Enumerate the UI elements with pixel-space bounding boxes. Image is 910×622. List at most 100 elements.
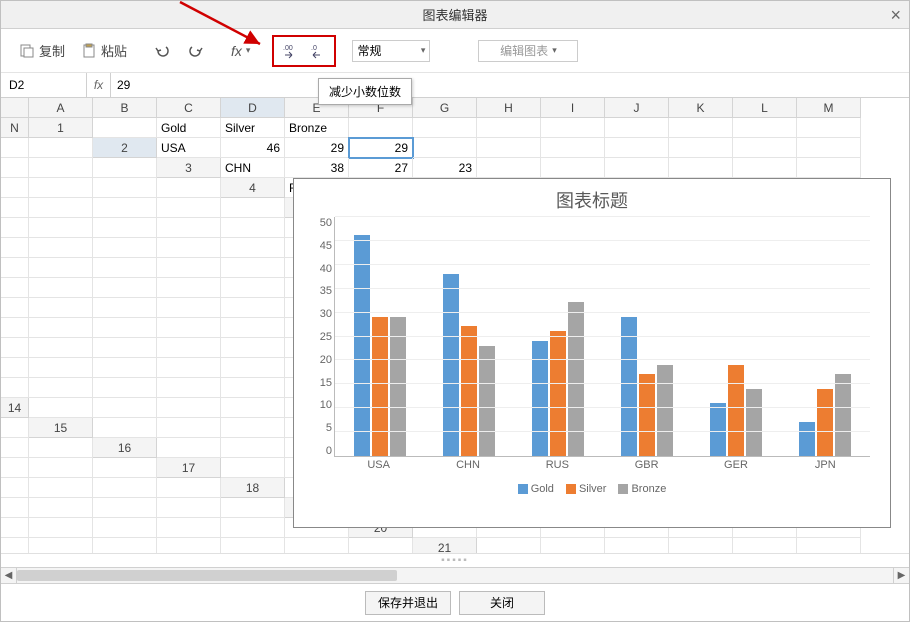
cell[interactable]	[1, 358, 29, 378]
scroll-left-button[interactable]: ◀	[1, 568, 17, 584]
cell[interactable]	[1, 138, 29, 158]
cell[interactable]	[477, 118, 541, 138]
row-header[interactable]: 16	[93, 438, 157, 458]
cell[interactable]	[1, 478, 29, 498]
cell[interactable]	[157, 518, 221, 538]
cell[interactable]	[797, 158, 861, 178]
cell[interactable]	[157, 478, 221, 498]
row-header[interactable]: 4	[221, 178, 285, 198]
cell[interactable]	[413, 138, 477, 158]
cell[interactable]	[477, 158, 541, 178]
row-header[interactable]: 1	[29, 118, 93, 138]
fx-label[interactable]: fx	[87, 73, 111, 97]
cell[interactable]	[221, 398, 285, 418]
cell[interactable]	[29, 138, 93, 158]
cell[interactable]	[93, 118, 157, 138]
cell[interactable]	[93, 358, 157, 378]
cell[interactable]	[29, 238, 93, 258]
cell[interactable]	[669, 538, 733, 553]
cell[interactable]	[157, 278, 221, 298]
cell[interactable]	[93, 198, 157, 218]
cell[interactable]: 38	[285, 158, 349, 178]
row-header[interactable]: 17	[157, 458, 221, 478]
insert-function-button[interactable]: fx▾	[225, 39, 256, 63]
cell[interactable]	[157, 358, 221, 378]
cell[interactable]	[93, 258, 157, 278]
column-header[interactable]: L	[733, 98, 797, 118]
cell[interactable]: 46	[221, 138, 285, 158]
cell[interactable]	[1, 278, 29, 298]
cell[interactable]	[1, 498, 29, 518]
spreadsheet-area[interactable]: ABCDEFGHIJKLMN1GoldSilverBronze2USA46292…	[1, 98, 909, 553]
cell[interactable]	[221, 338, 285, 358]
cell[interactable]	[669, 138, 733, 158]
cell[interactable]	[93, 238, 157, 258]
cell[interactable]: 29	[285, 138, 349, 158]
cell[interactable]	[541, 538, 605, 553]
column-header[interactable]: B	[93, 98, 157, 118]
cell[interactable]	[157, 238, 221, 258]
cell[interactable]	[221, 458, 285, 478]
save-and-exit-button[interactable]: 保存并退出	[365, 591, 451, 615]
cell[interactable]	[29, 278, 93, 298]
column-header[interactable]: K	[669, 98, 733, 118]
cell[interactable]	[221, 218, 285, 238]
cell[interactable]	[797, 538, 861, 553]
cell[interactable]	[1, 338, 29, 358]
cell[interactable]	[605, 118, 669, 138]
cell[interactable]	[29, 518, 93, 538]
scroll-track[interactable]	[17, 568, 893, 583]
cell[interactable]	[413, 118, 477, 138]
column-header[interactable]: A	[29, 98, 93, 118]
cell[interactable]	[29, 538, 93, 553]
increase-decimal-button[interactable]: .0	[304, 39, 332, 63]
cell[interactable]	[221, 438, 285, 458]
column-header[interactable]: I	[541, 98, 605, 118]
cell[interactable]	[669, 118, 733, 138]
cell[interactable]	[1, 238, 29, 258]
cell[interactable]	[93, 518, 157, 538]
paste-button[interactable]: 粘贴	[75, 37, 133, 64]
cell[interactable]	[29, 198, 93, 218]
cell[interactable]	[221, 418, 285, 438]
cell[interactable]	[157, 438, 221, 458]
copy-button[interactable]: 复制	[13, 37, 71, 64]
cell[interactable]	[733, 118, 797, 138]
resize-handle[interactable]: ▪▪▪▪▪	[1, 553, 909, 567]
edit-chart-button[interactable]: 编辑图表 ▾	[478, 40, 578, 62]
cell[interactable]	[221, 238, 285, 258]
column-header[interactable]: M	[797, 98, 861, 118]
cell[interactable]: 27	[349, 158, 413, 178]
cell[interactable]	[93, 298, 157, 318]
cell[interactable]: Bronze	[285, 118, 349, 138]
cell[interactable]	[1, 538, 29, 553]
cell[interactable]	[477, 538, 541, 553]
cell[interactable]	[1, 258, 29, 278]
column-header[interactable]: C	[157, 98, 221, 118]
cell[interactable]	[93, 458, 157, 478]
redo-button[interactable]	[181, 39, 209, 63]
horizontal-scrollbar[interactable]: ◀ ▶	[1, 567, 909, 583]
cell[interactable]	[221, 318, 285, 338]
row-header[interactable]: 3	[157, 158, 221, 178]
cell[interactable]	[1, 438, 29, 458]
cell[interactable]	[93, 318, 157, 338]
scroll-thumb[interactable]	[17, 570, 397, 581]
cell[interactable]: CHN	[221, 158, 285, 178]
row-header[interactable]: 21	[413, 538, 477, 553]
cell[interactable]	[349, 118, 413, 138]
cell[interactable]	[221, 518, 285, 538]
column-header[interactable]: H	[477, 98, 541, 118]
cell[interactable]	[29, 178, 93, 198]
cell[interactable]	[477, 138, 541, 158]
cell[interactable]	[349, 538, 413, 553]
cell[interactable]	[93, 498, 157, 518]
cell[interactable]	[157, 258, 221, 278]
cell[interactable]	[157, 418, 221, 438]
cell[interactable]	[1, 318, 29, 338]
cell[interactable]	[1, 458, 29, 478]
cell[interactable]	[93, 478, 157, 498]
cell[interactable]: USA	[157, 138, 221, 158]
undo-button[interactable]	[149, 39, 177, 63]
cell[interactable]	[221, 198, 285, 218]
